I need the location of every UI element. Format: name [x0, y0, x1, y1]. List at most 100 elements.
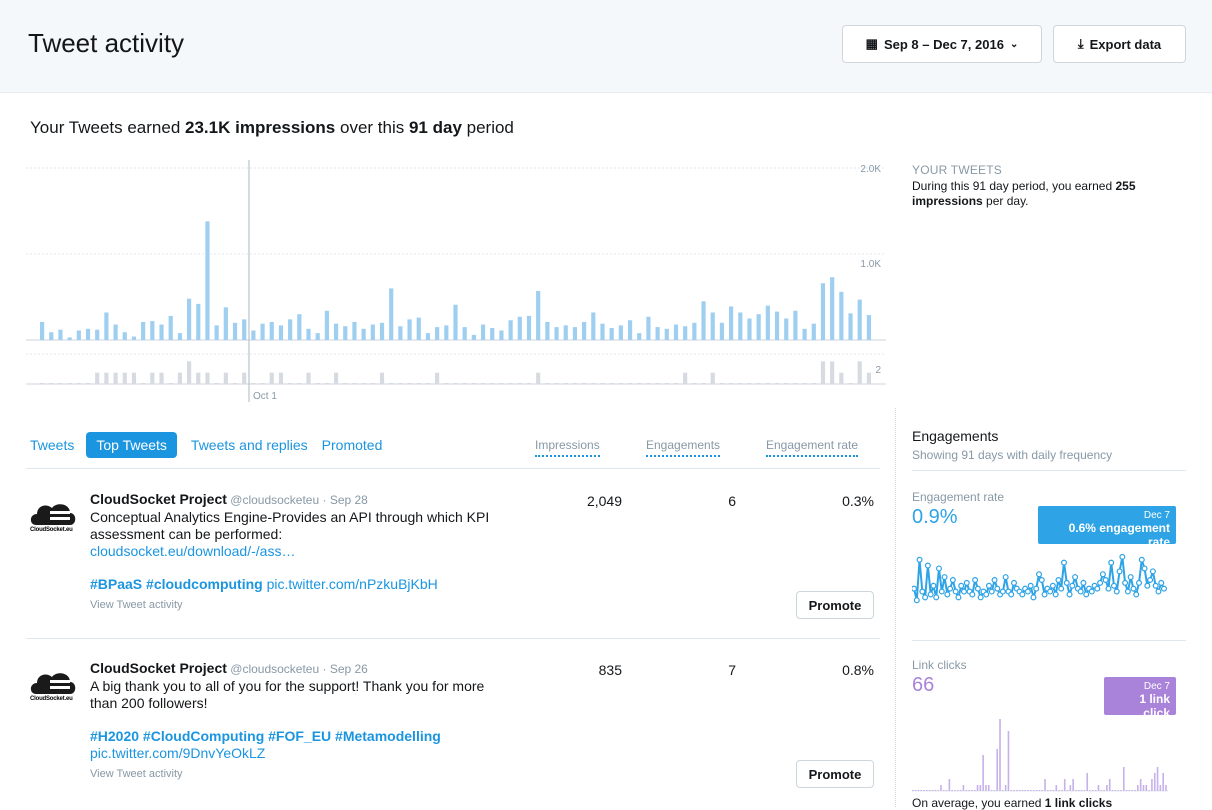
tab-tweets[interactable]: Tweets	[30, 432, 74, 458]
impression-bar	[729, 306, 734, 340]
impression-bar	[150, 321, 155, 340]
column-engagements[interactable]: Engagements	[646, 438, 721, 457]
engagement-rate-point	[1077, 588, 1084, 595]
engagement-rate-point	[1158, 579, 1165, 586]
link-click-bar	[1106, 785, 1108, 791]
impression-bar	[306, 328, 311, 340]
impression-bar	[600, 323, 605, 340]
engagement-rate-point	[1097, 579, 1104, 586]
tweet-count-bar	[67, 383, 72, 384]
impression-bar	[315, 333, 320, 340]
column-impressions[interactable]: Impressions	[535, 438, 600, 457]
tweet-count-bar	[352, 383, 357, 384]
tab-promoted[interactable]: Promoted	[322, 432, 383, 458]
impression-bar	[370, 324, 375, 340]
impression-bar	[627, 320, 633, 340]
avatar-caption: CloudSocket.eu	[30, 527, 73, 533]
impression-bar	[646, 316, 651, 340]
tweet-hashtags[interactable]: #BPaaS #cloudcomputing	[90, 576, 263, 592]
tab-tweets-and-replies[interactable]: Tweets and replies	[191, 432, 308, 458]
link-click-bar	[1137, 785, 1139, 791]
tweet-count-bar	[58, 383, 63, 384]
tweet-pic-link[interactable]: pic.twitter.com/9DnvYeOkLZ	[90, 745, 510, 762]
tweet-author[interactable]: CloudSocket Project	[90, 491, 227, 507]
link-click-bar	[982, 755, 984, 791]
tweet-link[interactable]: cloudsocket.eu/download/-/ass…	[90, 543, 510, 560]
impression-bar	[444, 325, 449, 340]
engagement-rate-point	[1147, 577, 1154, 584]
y-tick-label: 1.0K	[860, 259, 881, 270]
impression-bar	[214, 325, 219, 340]
link-click-bar	[1032, 790, 1035, 791]
engagement-rate-point	[1038, 577, 1045, 584]
engagement-rate-point	[922, 594, 929, 601]
engagement-rate-point	[1010, 579, 1017, 586]
tweet-count-bar	[297, 383, 302, 384]
engagement-rate-point	[1002, 574, 1009, 581]
tweet-pic-link[interactable]: pic.twitter.com/nPzkuBjKbH	[263, 576, 438, 592]
engagement-rate-point	[1108, 559, 1115, 566]
impression-bar	[379, 322, 385, 340]
tweet-tabs: Tweets Top Tweets Tweets and replies Pro…	[30, 432, 396, 458]
impression-bar	[113, 324, 118, 340]
link-click-bar	[1047, 790, 1049, 791]
tweet-handle-date[interactable]: @cloudsocketeu · Sep 28	[227, 493, 368, 507]
impression-bar	[774, 311, 780, 340]
avatar: CloudSocket.eu	[30, 670, 78, 706]
link-click-bar	[1083, 790, 1086, 791]
divider	[26, 468, 880, 469]
view-tweet-activity-link[interactable]: View Tweet activity	[90, 597, 510, 614]
tweet-count-bar	[223, 372, 228, 384]
y-tick-label: 2	[875, 365, 881, 376]
link-click-bar	[1108, 779, 1111, 791]
tweet-count-bar	[122, 372, 127, 384]
engagement-rate-point	[1083, 591, 1090, 598]
link-click-bar	[951, 790, 953, 791]
tweet-count-bar	[765, 383, 770, 384]
link-click-bar	[917, 790, 920, 791]
date-range-button[interactable]: ▦ Sep 8 – Dec 7, 2016 ⌄	[842, 25, 1042, 63]
tweet-count-bar	[379, 372, 385, 384]
date-range-label: Sep 8 – Dec 7, 2016	[883, 36, 1004, 52]
link-click-bar	[937, 790, 939, 791]
promote-button[interactable]: Promote	[796, 760, 874, 788]
engagements-title: Engagements	[912, 428, 999, 444]
tweet-count-bar	[196, 372, 201, 384]
link-click-bar	[912, 790, 914, 791]
tweet-count-bar	[793, 383, 798, 384]
impression-bar	[40, 321, 45, 340]
tweet-author[interactable]: CloudSocket Project	[90, 660, 227, 676]
engagement-rate-point	[985, 582, 992, 589]
engagement-rate-point	[1133, 591, 1140, 598]
tweet-row[interactable]: CloudSocket.eu CloudSocket Project @clou…	[26, 491, 880, 631]
engagement-rate-point	[949, 577, 956, 584]
link-click-bar	[1002, 790, 1004, 791]
engagement-rate-point	[963, 579, 970, 586]
link-clicks-sparkline	[912, 719, 1168, 792]
link-click-bar	[1151, 779, 1153, 791]
column-engagement-rate[interactable]: Engagement rate	[766, 438, 859, 457]
engagement-rate-point	[1102, 577, 1109, 584]
engagement-rate-point	[947, 585, 954, 592]
tab-top-tweets[interactable]: Top Tweets	[86, 432, 177, 458]
link-click-bar	[962, 785, 965, 791]
engagement-rate-point	[1155, 588, 1162, 595]
tweet-handle-date[interactable]: @cloudsocketeu · Sep 26	[227, 662, 368, 676]
tweet-row[interactable]: CloudSocket.eu CloudSocket Project @clou…	[26, 660, 880, 800]
impression-bar	[508, 320, 513, 340]
engagement-rate-point	[977, 594, 984, 601]
tweet-hashtags[interactable]: #H2020 #CloudComputing #FOF_EU #Metamode…	[90, 728, 441, 744]
impression-bar	[765, 305, 770, 340]
tweet-count-bar	[104, 372, 109, 384]
impression-bar	[609, 327, 614, 340]
promote-button[interactable]: Promote	[796, 591, 874, 619]
tweet-count-bar	[609, 383, 614, 384]
export-data-button[interactable]: ⤓ Export data	[1053, 25, 1186, 63]
link-click-bar	[1061, 790, 1063, 791]
view-tweet-activity-link[interactable]: View Tweet activity	[90, 766, 510, 783]
tweet-count-bar	[554, 383, 559, 384]
divider	[912, 640, 1186, 641]
impression-bar	[554, 327, 559, 340]
tweet-count-bar	[361, 383, 366, 384]
tweet-count-bar	[398, 383, 403, 384]
